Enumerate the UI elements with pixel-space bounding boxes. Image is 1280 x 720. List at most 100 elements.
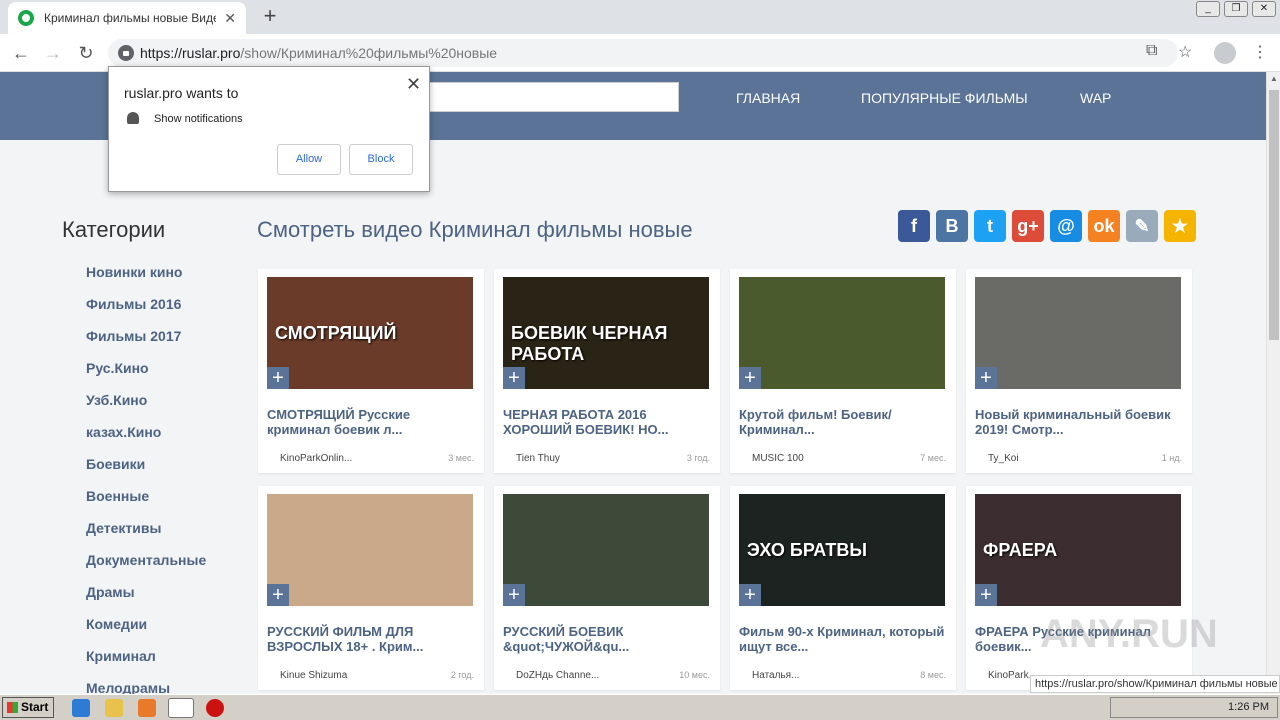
scroll-up-icon[interactable]: ▲ xyxy=(1269,74,1279,84)
category-item[interactable]: Узб.Кино xyxy=(86,392,206,424)
livejournal-icon[interactable]: ✎ xyxy=(1126,210,1158,242)
video-thumbnail[interactable]: БОЕВИК ЧЕРНАЯ РАБОТА + xyxy=(503,277,709,389)
google-plus-icon[interactable]: g+ xyxy=(1012,210,1044,242)
bookmark-star-icon[interactable]: ☆ xyxy=(1178,42,1192,62)
popup-notification-text: Show notifications xyxy=(154,113,243,125)
video-thumbnail[interactable]: СМОТРЯЩИЙ + xyxy=(267,277,473,389)
category-item[interactable]: казах.Кино xyxy=(86,424,206,456)
window-controls: _ ❐ ✕ xyxy=(1196,1,1276,17)
ie-icon[interactable] xyxy=(72,699,90,717)
video-card[interactable]: + Новый криминальный боевик 2019! Смотр..… xyxy=(966,269,1192,473)
video-card[interactable]: СМОТРЯЩИЙ + СМОТРЯЩИЙ Русские криминал бое… xyxy=(258,269,484,473)
back-icon[interactable]: ← xyxy=(8,40,34,66)
video-card[interactable]: ФРАЕРА + ФРАЕРА Русские криминал боевик...… xyxy=(966,486,1192,690)
odnoklassniki-icon[interactable]: ok xyxy=(1088,210,1120,242)
folder-icon[interactable] xyxy=(105,699,123,717)
chrome-task-icon[interactable] xyxy=(168,698,194,718)
watermark: ANY.RUN xyxy=(1040,612,1218,656)
video-title[interactable]: РУССКИЙ БОЕВИК &quot;ЧУЖОЙ&qu... xyxy=(503,624,713,654)
video-title[interactable]: РУССКИЙ ФИЛЬМ ДЛЯ ВЗРОСЛЫХ 18+ . Крим... xyxy=(267,624,477,654)
video-title[interactable]: СМОТРЯЩИЙ Русские криминал боевик л... xyxy=(267,407,477,437)
add-to-playlist-icon[interactable]: + xyxy=(503,367,525,389)
video-channel[interactable]: MUSIC 100 xyxy=(752,453,804,464)
category-item[interactable]: Рус.Кино xyxy=(86,360,206,392)
video-title[interactable]: ЧЕРНАЯ РАБОТА 2016 ХОРОШИЙ БОЕВИК! НО... xyxy=(503,407,713,437)
media-player-icon[interactable] xyxy=(138,699,156,717)
video-channel[interactable]: Наталья... xyxy=(752,670,799,681)
restore-icon[interactable]: ❐ xyxy=(1224,1,1248,17)
category-item[interactable]: Новинки кино xyxy=(86,264,206,296)
video-channel[interactable]: KinoParkOnlin... xyxy=(280,453,352,464)
category-item[interactable]: Криминал xyxy=(86,648,206,680)
video-title[interactable]: Новый криминальный боевик 2019! Смотр... xyxy=(975,407,1185,437)
video-age: 7 мес. xyxy=(920,453,946,463)
allow-button[interactable]: Allow xyxy=(277,144,341,175)
nav-popular[interactable]: ПОПУЛЯРНЫЕ ФИЛЬМЫ xyxy=(861,90,1028,106)
video-channel[interactable]: Tien Thuy xyxy=(516,453,560,464)
add-to-playlist-icon[interactable]: + xyxy=(739,367,761,389)
new-tab-button[interactable]: + xyxy=(258,3,282,29)
minimize-icon[interactable]: _ xyxy=(1196,1,1220,17)
category-item[interactable]: Фильмы 2017 xyxy=(86,328,206,360)
category-item[interactable]: Драмы xyxy=(86,584,206,616)
video-channel[interactable]: Kinue Shizuma xyxy=(280,670,347,681)
category-item[interactable]: Документальные xyxy=(86,552,206,584)
alert-icon[interactable] xyxy=(206,699,224,717)
video-card[interactable]: + РУССКИЙ БОЕВИК &quot;ЧУЖОЙ&qu... DoZHдь … xyxy=(494,486,720,690)
start-button[interactable]: Start xyxy=(2,697,54,718)
category-item[interactable]: Детективы xyxy=(86,520,206,552)
video-age: 10 мес. xyxy=(679,670,710,680)
category-item[interactable]: Военные xyxy=(86,488,206,520)
notification-permission-popup: ruslar.pro wants to ✕ Show notifications… xyxy=(108,66,430,192)
video-title[interactable]: Крутой фильм! Боевик/ Криминал... xyxy=(739,407,949,437)
video-thumbnail[interactable]: ФРАЕРА + xyxy=(975,494,1181,606)
menu-icon[interactable]: ⋮ xyxy=(1252,42,1268,62)
vk-icon[interactable]: B xyxy=(936,210,968,242)
mail-icon[interactable]: @ xyxy=(1050,210,1082,242)
video-thumbnail[interactable]: + xyxy=(975,277,1181,389)
address-bar[interactable]: https://ruslar.pro/show/Криминал%20фильм… xyxy=(108,39,1178,67)
reload-icon[interactable]: ↻ xyxy=(73,40,99,66)
popup-close-icon[interactable]: ✕ xyxy=(406,74,421,95)
video-thumbnail[interactable]: + xyxy=(267,494,473,606)
favorite-star-icon[interactable]: ★ xyxy=(1164,210,1196,242)
site-search-input[interactable] xyxy=(420,82,679,112)
tab-close-icon[interactable]: ✕ xyxy=(224,10,236,27)
video-card[interactable]: БОЕВИК ЧЕРНАЯ РАБОТА + ЧЕРНАЯ РАБОТА 2016 … xyxy=(494,269,720,473)
category-item[interactable]: Фильмы 2016 xyxy=(86,296,206,328)
thumbnail-caption: БОЕВИК ЧЕРНАЯ РАБОТА xyxy=(511,323,668,364)
add-to-playlist-icon[interactable]: + xyxy=(739,584,761,606)
video-title[interactable]: Фильм 90-х Криминал, который ищут все... xyxy=(739,624,949,654)
lock-icon[interactable] xyxy=(118,45,134,61)
twitter-icon[interactable]: t xyxy=(974,210,1006,242)
video-thumbnail[interactable]: + xyxy=(503,494,709,606)
page-scrollbar[interactable]: ▲ ▼ xyxy=(1266,72,1280,694)
profile-avatar[interactable] xyxy=(1214,42,1236,64)
video-card[interactable]: + Крутой фильм! Боевик/ Криминал... MUSIC … xyxy=(730,269,956,473)
translate-icon[interactable]: ⧉ xyxy=(1146,42,1157,60)
forward-icon[interactable]: → xyxy=(40,40,66,66)
video-card[interactable]: ЭХО БРАТВЫ + Фильм 90-х Криминал, который … xyxy=(730,486,956,690)
thumbnail-caption: ФРАЕРА xyxy=(983,540,1058,560)
add-to-playlist-icon[interactable]: + xyxy=(267,584,289,606)
nav-home[interactable]: ГЛАВНАЯ xyxy=(736,90,800,106)
browser-tab[interactable]: Криминал фильмы новые Видео - F ✕ xyxy=(8,2,246,34)
video-thumbnail[interactable]: ЭХО БРАТВЫ + xyxy=(739,494,945,606)
close-window-icon[interactable]: ✕ xyxy=(1252,1,1276,17)
status-url-bubble: https://ruslar.pro/show/Криминал фильмы … xyxy=(1030,675,1280,693)
add-to-playlist-icon[interactable]: + xyxy=(975,584,997,606)
category-item[interactable]: Боевики xyxy=(86,456,206,488)
add-to-playlist-icon[interactable]: + xyxy=(267,367,289,389)
video-channel[interactable]: Ty_Koi xyxy=(988,453,1019,464)
video-thumbnail[interactable]: + xyxy=(739,277,945,389)
facebook-icon[interactable]: f xyxy=(898,210,930,242)
category-item[interactable]: Комедии xyxy=(86,616,206,648)
video-age: 2 год. xyxy=(450,670,474,680)
add-to-playlist-icon[interactable]: + xyxy=(975,367,997,389)
add-to-playlist-icon[interactable]: + xyxy=(503,584,525,606)
nav-wap[interactable]: WAP xyxy=(1080,90,1111,106)
video-card[interactable]: + РУССКИЙ ФИЛЬМ ДЛЯ ВЗРОСЛЫХ 18+ . Крим..… xyxy=(258,486,484,690)
scroll-thumb[interactable] xyxy=(1269,90,1279,340)
video-channel[interactable]: DoZHдь Channe... xyxy=(516,670,599,681)
block-button[interactable]: Block xyxy=(349,144,413,175)
